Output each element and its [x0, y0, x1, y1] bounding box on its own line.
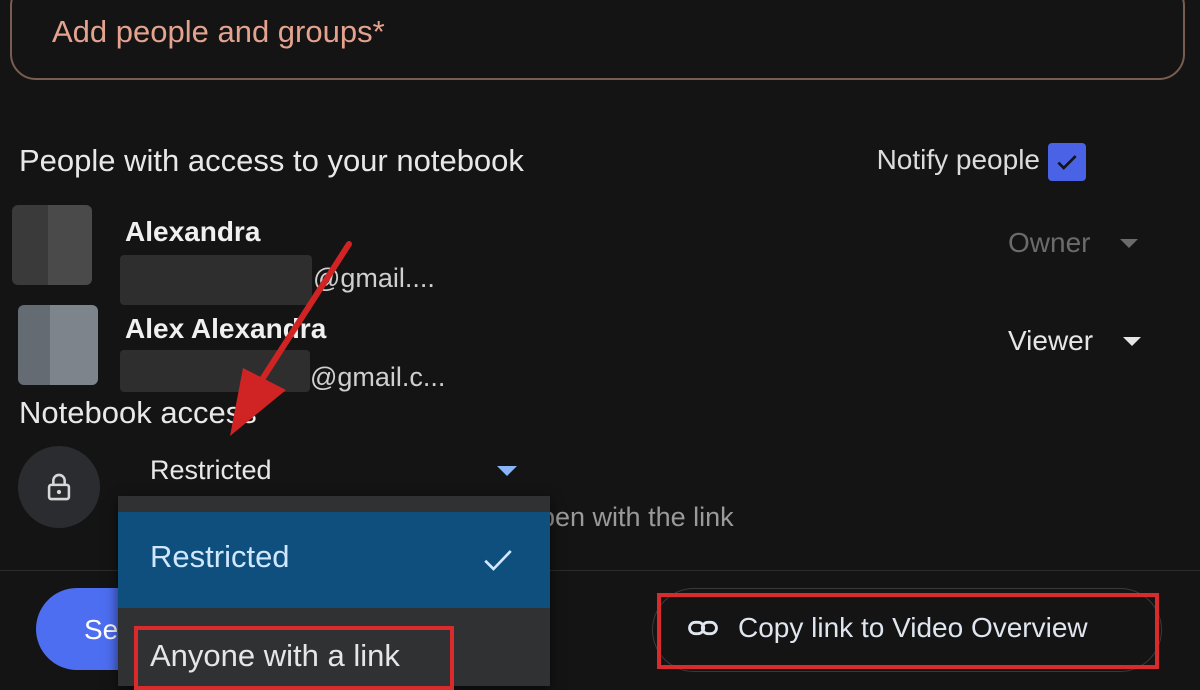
- access-select[interactable]: Restricted: [150, 455, 272, 486]
- role-label: Owner: [1008, 227, 1091, 258]
- notify-people-checkbox[interactable]: [1048, 143, 1086, 181]
- checkmark-icon: [1057, 155, 1077, 170]
- dropdown-triangle-icon[interactable]: [497, 466, 517, 476]
- dropdown-triangle-icon: [1120, 238, 1139, 248]
- dropdown-triangle-icon: [1123, 336, 1142, 346]
- person-email: @gmail.c...: [310, 362, 446, 392]
- redacted-email: [120, 255, 312, 305]
- access-helper-text: pen with the link: [540, 502, 734, 532]
- add-people-placeholder: Add people and groups*: [52, 14, 385, 49]
- notebook-access-title: Notebook access: [19, 395, 257, 430]
- send-button-label: Se: [84, 614, 119, 645]
- menu-option-label: Restricted: [150, 539, 290, 574]
- person-email: @gmail....: [313, 263, 435, 293]
- copy-link-content[interactable]: Copy link to Video Overview: [686, 611, 1088, 645]
- person-name: Alex Alexandra: [125, 313, 327, 344]
- role-dropdown-owner: Owner: [1008, 227, 1139, 259]
- role-dropdown-viewer[interactable]: Viewer: [1008, 325, 1142, 357]
- link-icon: [688, 620, 718, 636]
- lock-icon: [47, 473, 71, 501]
- person-name: Alexandra: [125, 216, 261, 247]
- lock-badge: [18, 446, 100, 528]
- role-label: Viewer: [1008, 325, 1094, 356]
- copy-link-label: Copy link to Video Overview: [738, 612, 1088, 643]
- people-access-title: People with access to your notebook: [19, 143, 524, 178]
- checkmark-icon: [484, 550, 512, 571]
- redacted-email: [120, 350, 310, 392]
- access-dropdown-menu: Restricted Anyone with a link: [118, 496, 550, 690]
- avatar: [18, 305, 98, 385]
- add-people-input[interactable]: Add people and groups*: [10, 0, 1185, 80]
- annotation-highlight-box: [134, 626, 454, 690]
- notify-people-label: Notify people: [876, 144, 1040, 175]
- menu-option-restricted[interactable]: Restricted: [118, 512, 550, 608]
- avatar: [12, 205, 92, 285]
